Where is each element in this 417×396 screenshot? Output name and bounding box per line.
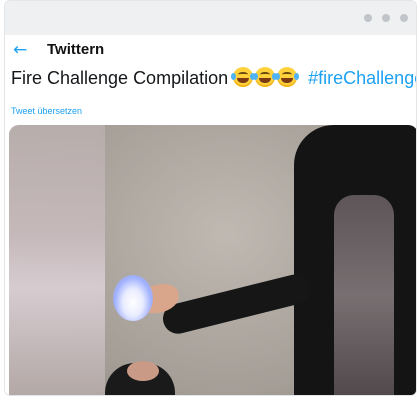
tears-of-joy-emoji-icon	[231, 67, 256, 87]
window-dot-1[interactable]	[364, 14, 372, 22]
window-titlebar	[5, 1, 416, 35]
browser-window: ← Twittern Fire Challenge Compilation #f…	[4, 0, 417, 396]
second-person-hand	[127, 361, 159, 381]
blurred-edge-right	[334, 195, 394, 395]
header-title: Twittern	[47, 41, 105, 58]
fire-flame	[113, 275, 153, 321]
window-controls	[364, 14, 408, 22]
tweet-header: ← Twittern	[5, 39, 416, 63]
back-arrow-icon[interactable]: ←	[13, 40, 27, 60]
tears-of-joy-emoji-icon	[253, 67, 278, 87]
hashtag-link[interactable]: #fireChallenge	[308, 68, 416, 88]
emoji-group	[231, 67, 304, 88]
tweet-video[interactable]	[9, 125, 416, 395]
translate-tweet-link[interactable]: Tweet übersetzen	[11, 106, 82, 116]
window-dot-2[interactable]	[382, 14, 390, 22]
tweet-text: Fire Challenge Compilation #fireChalleng…	[11, 67, 416, 89]
window-dot-3[interactable]	[400, 14, 408, 22]
tears-of-joy-emoji-icon	[275, 67, 300, 87]
tweet-body: Fire Challenge Compilation	[11, 68, 229, 88]
blurred-edge-left	[9, 125, 105, 395]
